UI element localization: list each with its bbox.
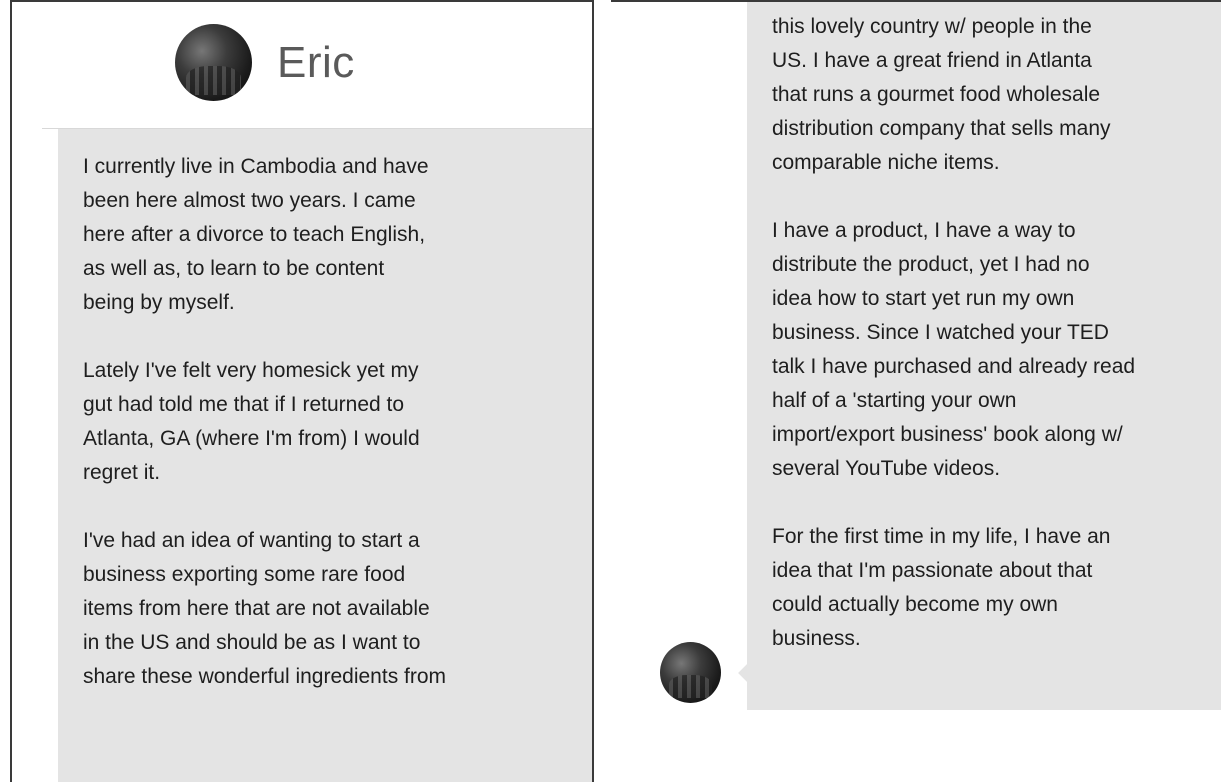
message-paragraph: I've had an idea of wanting to start a b… (83, 529, 447, 688)
contact-avatar[interactable] (175, 24, 252, 101)
message-paragraph: I currently live in Cambodia and have be… (83, 155, 429, 314)
message-paragraph: For the first time in my life, I have an… (772, 525, 1111, 650)
conversation-header: Eric (12, 2, 592, 128)
message-paragraph: Lately I've felt very homesick yet my gu… (83, 359, 420, 484)
message-text: I currently live in Cambodia and have be… (83, 150, 572, 694)
conversation-panel-right: this lovely country w/ people in the US.… (611, 0, 1221, 782)
message-paragraph: I have a product, I have a way to distri… (772, 219, 1136, 480)
conversation-panel-left: Eric I currently live in Cambodia and ha… (10, 0, 594, 782)
message-paragraph: this lovely country w/ people in the US.… (772, 15, 1111, 174)
contact-name[interactable]: Eric (277, 38, 355, 88)
message-bubble[interactable]: I currently live in Cambodia and have be… (58, 129, 592, 782)
screenshot-divider (594, 0, 611, 782)
sender-avatar[interactable] (660, 642, 721, 703)
message-text: this lovely country w/ people in the US.… (772, 10, 1201, 656)
message-bubble[interactable]: this lovely country w/ people in the US.… (747, 2, 1221, 710)
